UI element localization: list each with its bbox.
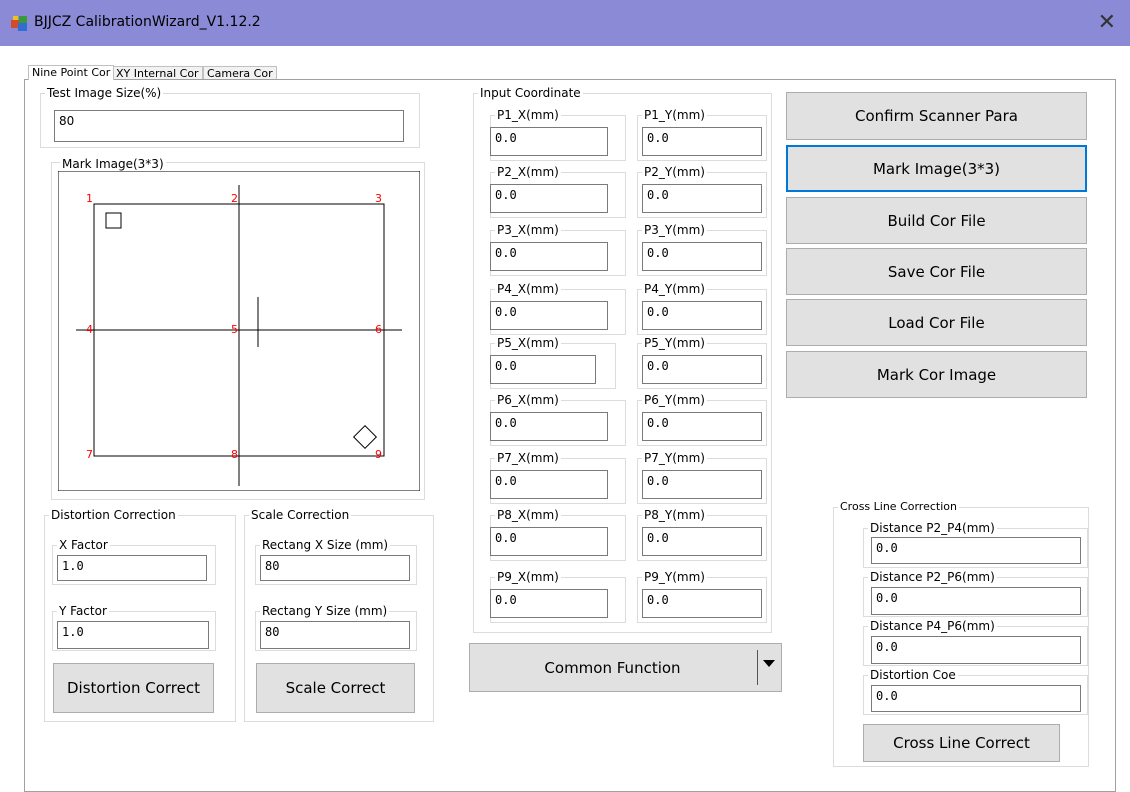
distortion-coe-input[interactable]: 0.0: [871, 685, 1081, 712]
test-image-size-input[interactable]: 80: [54, 110, 404, 142]
p8-x-label: P8_X(mm): [495, 507, 561, 523]
distance-p2-p6-input[interactable]: 0.0: [871, 587, 1081, 615]
window-title: BJJCZ CalibrationWizard_V1.12.2: [34, 14, 261, 30]
tab-camera-cor[interactable]: Camera Cor: [203, 66, 277, 80]
scale-correction-legend: Scale Correction: [249, 507, 352, 523]
title-bar: BJJCZ CalibrationWizard_V1.12.2 ✕: [0, 0, 1130, 46]
close-icon[interactable]: ✕: [1098, 10, 1116, 35]
p6-x-input[interactable]: 0.0: [490, 412, 608, 441]
p8-y-label: P8_Y(mm): [642, 507, 707, 523]
distance-p2-p4-input[interactable]: 0.0: [871, 537, 1081, 564]
p2-y-label: P2_Y(mm): [642, 164, 707, 180]
common-function-dropdown[interactable]: Common Function: [469, 643, 782, 692]
p7-y-label: P7_Y(mm): [642, 450, 707, 466]
p9-y-input[interactable]: 0.0: [642, 589, 762, 618]
x-factor-input[interactable]: 1.0: [57, 555, 207, 581]
p7-x-label: P7_X(mm): [495, 450, 561, 466]
point-label-5: 5: [231, 323, 238, 336]
p3-y-input[interactable]: 0.0: [642, 242, 762, 271]
point-label-7: 7: [86, 448, 93, 461]
y-factor-label: Y Factor: [57, 603, 109, 619]
cross-line-correct-button[interactable]: Cross Line Correct: [863, 724, 1060, 762]
save-cor-file-button[interactable]: Save Cor File: [786, 248, 1087, 295]
rectang-x-size-label: Rectang X Size (mm): [260, 537, 391, 553]
distance-p2-p6-label: Distance P2_P6(mm): [868, 569, 997, 585]
tab-nine-point-cor[interactable]: Nine Point Cor: [28, 65, 115, 80]
distortion-correction-legend: Distortion Correction: [49, 507, 178, 523]
mark-image-preview: Mark Image(3*3) 1 2 3 4 5 6 7 8 9: [51, 157, 425, 500]
mark-image-legend: Mark Image(3*3): [60, 157, 166, 171]
p8-x-input[interactable]: 0.0: [490, 527, 608, 556]
dropdown-arrow-icon[interactable]: [763, 660, 775, 668]
p7-y-input[interactable]: 0.0: [642, 470, 762, 499]
p5-x-label: P5_X(mm): [495, 335, 561, 351]
rectang-y-size-input[interactable]: 80: [260, 621, 410, 649]
p1-x-label: P1_X(mm): [495, 107, 561, 123]
p3-x-input[interactable]: 0.0: [490, 242, 608, 271]
combo-divider: [757, 650, 758, 685]
test-image-size-legend: Test Image Size(%): [45, 85, 164, 101]
mark-image-canvas: 1 2 3 4 5 6 7 8 9: [58, 171, 420, 491]
input-coordinate-legend: Input Coordinate: [478, 85, 583, 101]
p6-y-input[interactable]: 0.0: [642, 412, 762, 441]
p9-y-label: P9_Y(mm): [642, 569, 707, 585]
p2-y-input[interactable]: 0.0: [642, 184, 762, 213]
p1-x-input[interactable]: 0.0: [490, 127, 608, 156]
rectang-x-size-input[interactable]: 80: [260, 555, 410, 581]
p4-x-label: P4_X(mm): [495, 281, 561, 297]
y-factor-input[interactable]: 1.0: [57, 621, 209, 649]
point-label-3: 3: [375, 192, 382, 205]
app-icon: [11, 16, 27, 31]
p7-x-input[interactable]: 0.0: [490, 470, 608, 499]
common-function-label: Common Function: [544, 658, 681, 677]
p5-y-label: P5_Y(mm): [642, 335, 707, 351]
mark-image-button[interactable]: Mark Image(3*3): [786, 145, 1087, 192]
distance-p4-p6-label: Distance P4_P6(mm): [868, 618, 997, 634]
p8-y-input[interactable]: 0.0: [642, 527, 762, 556]
x-factor-label: X Factor: [57, 537, 110, 553]
p6-y-label: P6_Y(mm): [642, 392, 707, 408]
confirm-scanner-para-button[interactable]: Confirm Scanner Para: [786, 92, 1087, 140]
point-label-2: 2: [231, 192, 238, 205]
p3-x-label: P3_X(mm): [495, 222, 561, 238]
p2-x-label: P2_X(mm): [495, 164, 561, 180]
p1-y-label: P1_Y(mm): [642, 107, 707, 123]
point-label-4: 4: [86, 323, 93, 336]
p3-y-label: P3_Y(mm): [642, 222, 707, 238]
tab-xy-internal-cor[interactable]: XY Internal Cor: [112, 66, 203, 80]
p1-y-input[interactable]: 0.0: [642, 127, 762, 156]
distortion-correct-button[interactable]: Distortion Correct: [53, 663, 214, 713]
point-label-1: 1: [86, 192, 93, 205]
distance-p4-p6-input[interactable]: 0.0: [871, 636, 1081, 664]
p9-x-input[interactable]: 0.0: [490, 589, 608, 618]
p6-x-label: P6_X(mm): [495, 392, 561, 408]
distance-p2-p4-label: Distance P2_P4(mm): [868, 520, 997, 536]
p9-x-label: P9_X(mm): [495, 569, 561, 585]
point-label-6: 6: [375, 323, 382, 336]
p2-x-input[interactable]: 0.0: [490, 184, 608, 213]
rectang-y-size-label: Rectang Y Size (mm): [260, 603, 390, 619]
p4-y-label: P4_Y(mm): [642, 281, 707, 297]
point-label-8: 8: [231, 448, 238, 461]
p5-y-input[interactable]: 0.0: [642, 355, 762, 384]
point-label-9: 9: [375, 448, 382, 461]
load-cor-file-button[interactable]: Load Cor File: [786, 299, 1087, 346]
distortion-coe-label: Distortion Coe: [868, 667, 958, 683]
p4-y-input[interactable]: 0.0: [642, 301, 762, 330]
cross-line-correction-legend: Cross Line Correction: [838, 499, 959, 515]
build-cor-file-button[interactable]: Build Cor File: [786, 197, 1087, 244]
mark-cor-image-button[interactable]: Mark Cor Image: [786, 351, 1087, 398]
scale-correct-button[interactable]: Scale Correct: [256, 663, 415, 713]
p4-x-input[interactable]: 0.0: [490, 301, 608, 330]
p5-x-input[interactable]: 0.0: [490, 355, 596, 384]
